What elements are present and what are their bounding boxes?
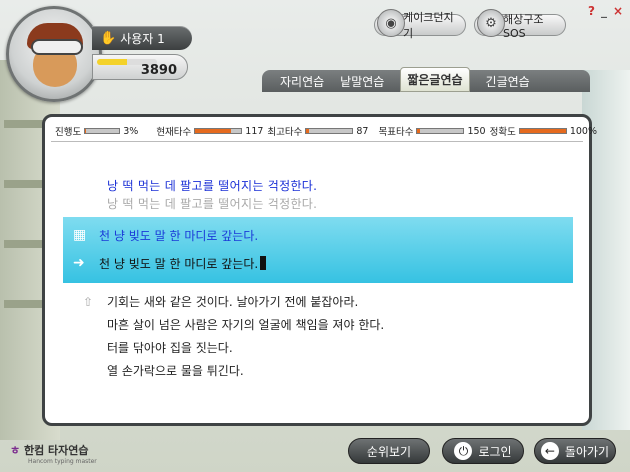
arrow-right-icon: ➜ (73, 255, 85, 271)
list-item: ⇧ 기회는 새와 같은 것이다. 날아가기 전에 붙잡아라. (75, 291, 384, 314)
back-button[interactable]: ← 돌아가기 (534, 438, 616, 464)
stat-label: 정확도 (489, 127, 516, 138)
avatar[interactable] (6, 6, 102, 102)
stat-bar-fill (85, 129, 87, 133)
tab-position-practice[interactable]: 자리연습 (280, 73, 324, 90)
current-target-sentence: 천 냥 빚도 말 한 마디로 갚는다. (99, 228, 259, 243)
list-item: 터를 닦아야 집을 짓는다. (107, 341, 233, 355)
stat-accuracy: 정확도 100% (489, 124, 597, 139)
previous-typed-sentence: 낭 떡 먹는 데 팔고를 떨어지는 걱정한다. (107, 197, 318, 211)
score-progress-fill (97, 59, 127, 65)
stat-value: 100% (569, 125, 597, 137)
list-item: 마흔 살이 넘은 사람은 자기의 얼굴에 책임을 져야 한다. (107, 318, 385, 332)
sea-rescue-button[interactable]: ⚙ 해상구조SOS (474, 9, 566, 40)
stat-value: 3% (123, 125, 139, 137)
stat-bar-fill (195, 129, 232, 133)
close-icon[interactable]: × (613, 4, 623, 18)
back-arrow-icon: ← (540, 442, 559, 460)
current-sentence-box: ▦ 천 냥 빚도 말 한 마디로 갚는다. ➜ 천 냥 빚도 말 한 마디로 갚… (63, 217, 573, 283)
stat-bar (84, 128, 121, 134)
logo-subtext: Hancom typing master (28, 458, 97, 465)
score-badge: 3890 (92, 54, 188, 80)
stat-label: 최고타수 (267, 127, 303, 138)
stat-bar (305, 128, 354, 134)
current-target-row: ▦ 천 냥 빚도 말 한 마디로 갚는다. (73, 221, 258, 249)
power-icon: ⏻ (454, 442, 473, 460)
cake-game-label: 케이크던지기 (403, 11, 454, 40)
ranking-button[interactable]: 순위보기 (348, 438, 430, 464)
cake-game-button[interactable]: ◉ 케이크던지기 (374, 9, 466, 40)
stat-max-speed: 최고타수 87 (267, 124, 369, 139)
stat-label: 현재타수 (156, 127, 192, 138)
current-input-row[interactable]: ➜ 천 냥 빚도 말 한 마디로 갚는다. (73, 249, 267, 277)
stat-target-speed: 목표타수 150 (378, 124, 486, 139)
list-item: 열 손가락으로 물을 튀긴다. (107, 364, 244, 378)
login-button[interactable]: ⏻ 로그인 (442, 438, 524, 464)
score-value: 3890 (140, 63, 177, 78)
upcoming-sentences: ⇧ 기회는 새와 같은 것이다. 날아가기 전에 붙잡아라. 마흔 살이 넘은 사… (75, 291, 384, 383)
stat-current-speed: 현재타수 117 (156, 124, 264, 139)
logo-mark-icon: ㅎ (10, 444, 21, 457)
hancom-logo: ㅎ 한컴 타자연습 Hancom typing master (10, 442, 97, 465)
stat-bar (518, 128, 567, 134)
stats-bar: 진행도 3% 현재타수 117 최고타수 87 목표타수 150 정확도 100… (55, 124, 597, 139)
user-name-badge[interactable]: ✋ 사용자 1 (92, 26, 192, 50)
divider (51, 141, 583, 142)
stat-bar (194, 128, 243, 134)
stat-bar (416, 128, 465, 134)
practice-tabs: 자리연습 낱말연습 짧은글연습 긴글연습 (262, 66, 590, 92)
previous-target-sentence: 낭 떡 먹는 데 팔고를 떨어지는 걱정한다. (107, 179, 318, 193)
keyboard-icon: ▦ (73, 227, 87, 243)
stat-progress: 진행도 3% (55, 124, 139, 139)
ranking-label: 순위보기 (366, 444, 412, 459)
logo-text: 한컴 타자연습 (23, 444, 89, 457)
stat-label: 진행도 (55, 127, 82, 138)
arrow-up-icon: ⇧ (83, 295, 94, 309)
stat-bar-fill (417, 129, 421, 133)
stat-value: 150 (467, 125, 486, 137)
sea-rescue-label: 해상구조SOS (503, 12, 544, 40)
stat-label: 목표타수 (378, 127, 414, 138)
stat-value: 117 (245, 125, 264, 137)
practice-panel: 진행도 3% 현재타수 117 최고타수 87 목표타수 150 정확도 100… (42, 114, 597, 426)
cake-icon: ◉ (377, 9, 405, 37)
stat-value: 87 (356, 125, 369, 137)
user-name: 사용자 1 (120, 31, 165, 46)
tab-short-text-practice[interactable]: 짧은글연습 (400, 66, 470, 92)
stat-bar-fill (519, 129, 566, 133)
tab-word-practice[interactable]: 낱말연습 (340, 73, 384, 90)
tab-long-text-practice[interactable]: 긴글연습 (486, 73, 530, 90)
help-icon[interactable]: ? (588, 4, 595, 18)
gear-icon: ⚙ (477, 9, 505, 37)
stat-bar-fill (306, 129, 310, 133)
minimize-icon[interactable]: _ (601, 4, 607, 18)
typing-input[interactable]: 천 냥 빚도 말 한 마디로 갚는다. (99, 255, 258, 272)
hand-icon: ✋ (100, 30, 117, 46)
avatar-goggles (31, 39, 83, 55)
login-label: 로그인 (478, 444, 512, 459)
back-label: 돌아가기 (564, 444, 610, 459)
text-cursor (260, 256, 267, 270)
